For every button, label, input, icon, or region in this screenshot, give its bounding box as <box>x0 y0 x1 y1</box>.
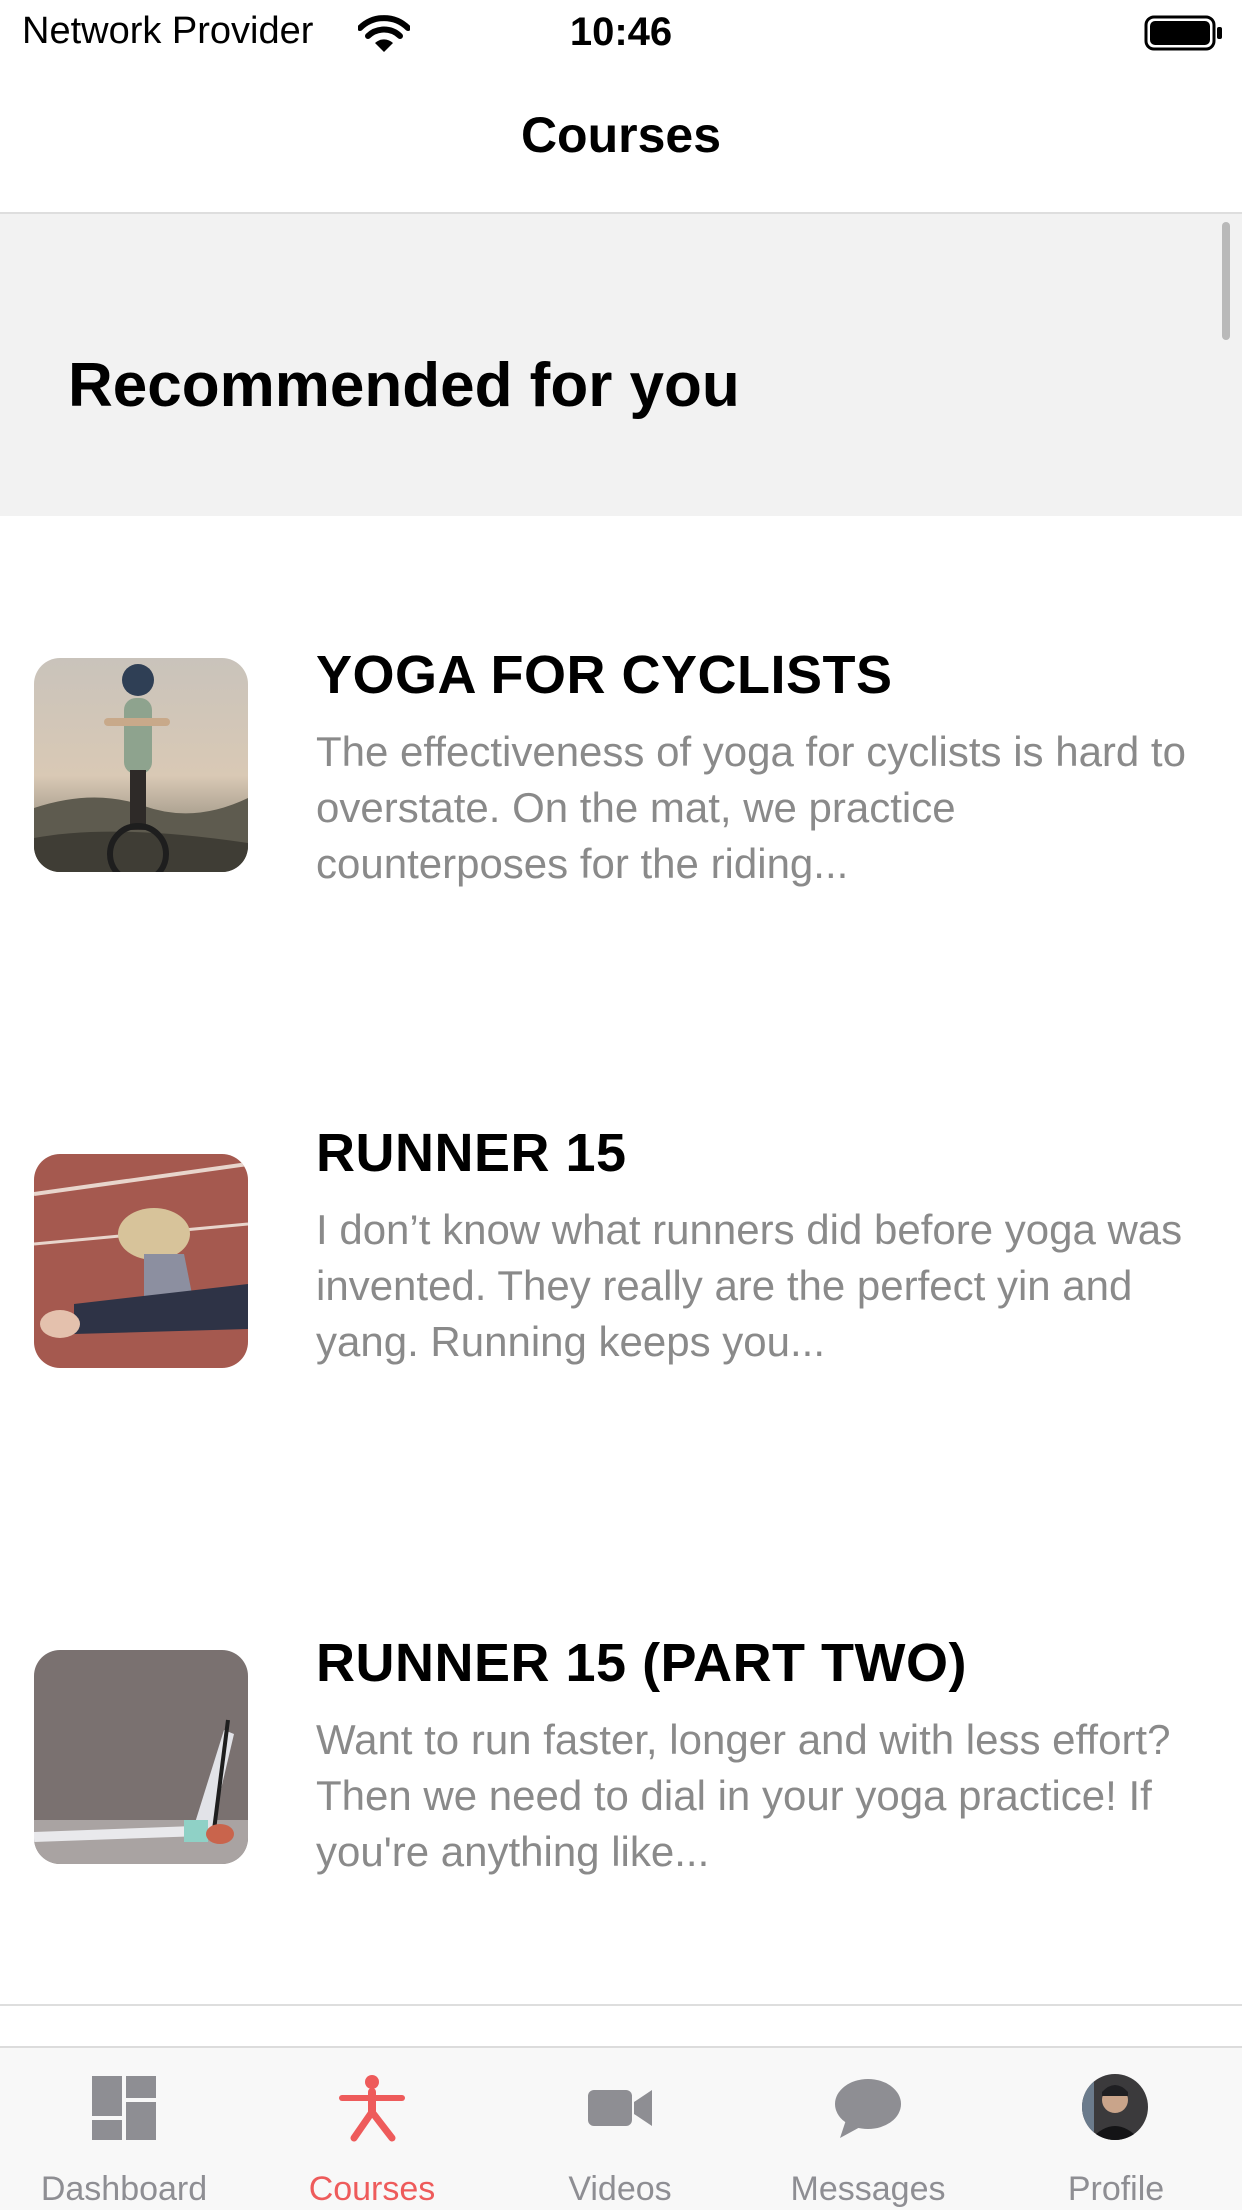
scroll-indicator[interactable] <box>1222 222 1230 340</box>
runner-stretch-photo <box>34 1154 248 1368</box>
course-row-runner-15[interactable]: RUNNER 15 I don’t know what runners did … <box>0 1012 1242 1510</box>
tab-bar: Dashboard Courses Videos Messages Profil… <box>0 2046 1242 2210</box>
clock: 10:46 <box>569 10 673 54</box>
course-title: RUNNER 15 <box>316 1123 627 1183</box>
tab-label: Messages <box>790 2170 946 2208</box>
tab-label: Profile <box>1067 2170 1165 2208</box>
cyclist-photo <box>34 658 248 872</box>
tab-label: Courses <box>308 2170 436 2208</box>
tab-messages[interactable]: Messages <box>744 2048 992 2210</box>
tab-label: Dashboard <box>40 2170 208 2208</box>
yoga-strap-photo <box>34 1650 248 1864</box>
tab-videos[interactable]: Videos <box>496 2048 744 2210</box>
chat-bubble-icon <box>835 2079 901 2138</box>
profile-avatar <box>1082 2074 1148 2140</box>
video-camera-icon <box>588 2090 652 2126</box>
yoga-figure-icon <box>339 2075 405 2142</box>
tab-dashboard[interactable]: Dashboard <box>0 2048 248 2210</box>
tab-profile[interactable]: Profile <box>992 2048 1240 2210</box>
course-row-yoga-for-cyclists[interactable]: YOGA FOR CYCLISTS The effectiveness of y… <box>0 516 1242 1014</box>
course-description: The effectiveness of yoga for cyclists i… <box>316 728 1186 887</box>
section-title: Recommended for you <box>68 351 740 420</box>
recommended-section-header: Recommended for you <box>0 214 1242 516</box>
course-description: Want to run faster, longer and with less… <box>316 1716 1171 1875</box>
course-row-runner-15-part-two[interactable]: RUNNER 15 (PART TWO) Want to run faster,… <box>0 1508 1242 2006</box>
course-title: YOGA FOR CYCLISTS <box>316 645 893 705</box>
page-title: Courses <box>520 107 722 163</box>
tab-label: Videos <box>568 2170 672 2208</box>
course-title: RUNNER 15 (PART TWO) <box>316 1633 967 1693</box>
dashboard-icon <box>92 2076 156 2140</box>
status-bar: Network Provider 10:46 <box>0 0 1242 66</box>
course-description: I don’t know what runners did before yog… <box>316 1206 1183 1365</box>
navigation-bar: Courses <box>0 66 1242 214</box>
tab-courses[interactable]: Courses <box>248 2048 496 2210</box>
battery-full-icon <box>1144 15 1222 51</box>
